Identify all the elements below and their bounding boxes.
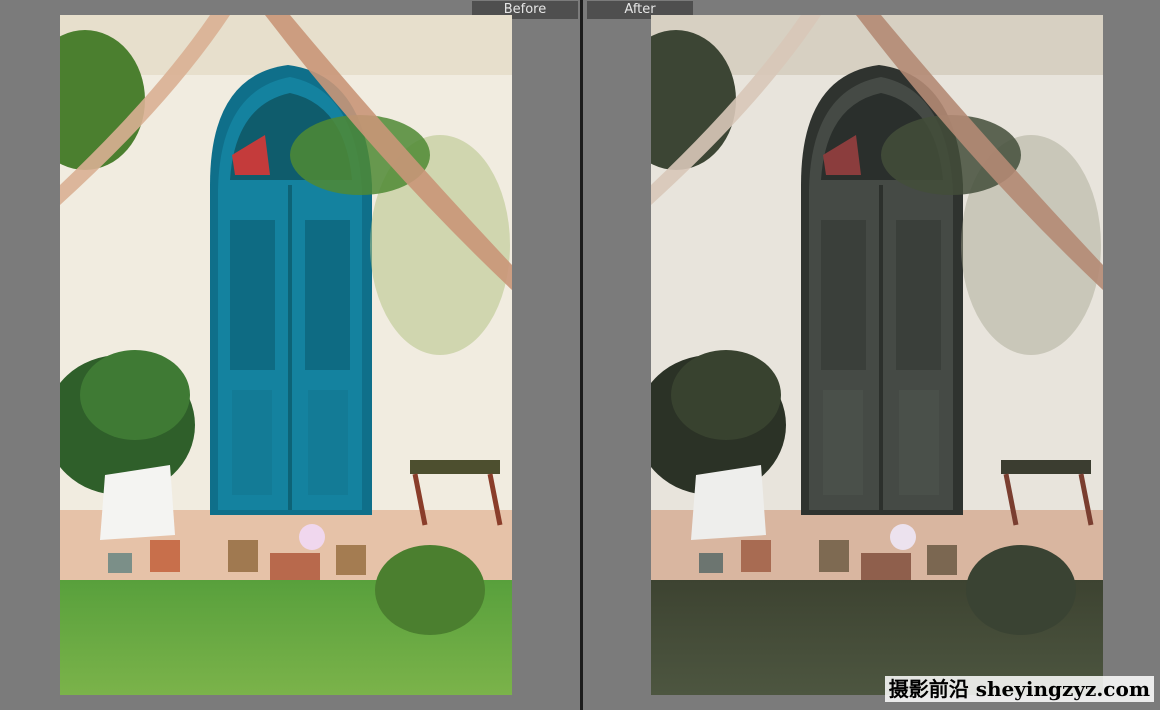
after-photo[interactable] (651, 15, 1103, 695)
before-photo[interactable] (60, 15, 512, 695)
after-photo-graphic (651, 15, 1103, 695)
watermark-text: 摄影前沿 sheyingzyz.com (884, 676, 1154, 702)
before-photo-graphic (60, 15, 512, 695)
after-pane: After 摄影前沿 sheyingzyz.com (583, 0, 1160, 710)
before-pane: Before (0, 0, 580, 710)
